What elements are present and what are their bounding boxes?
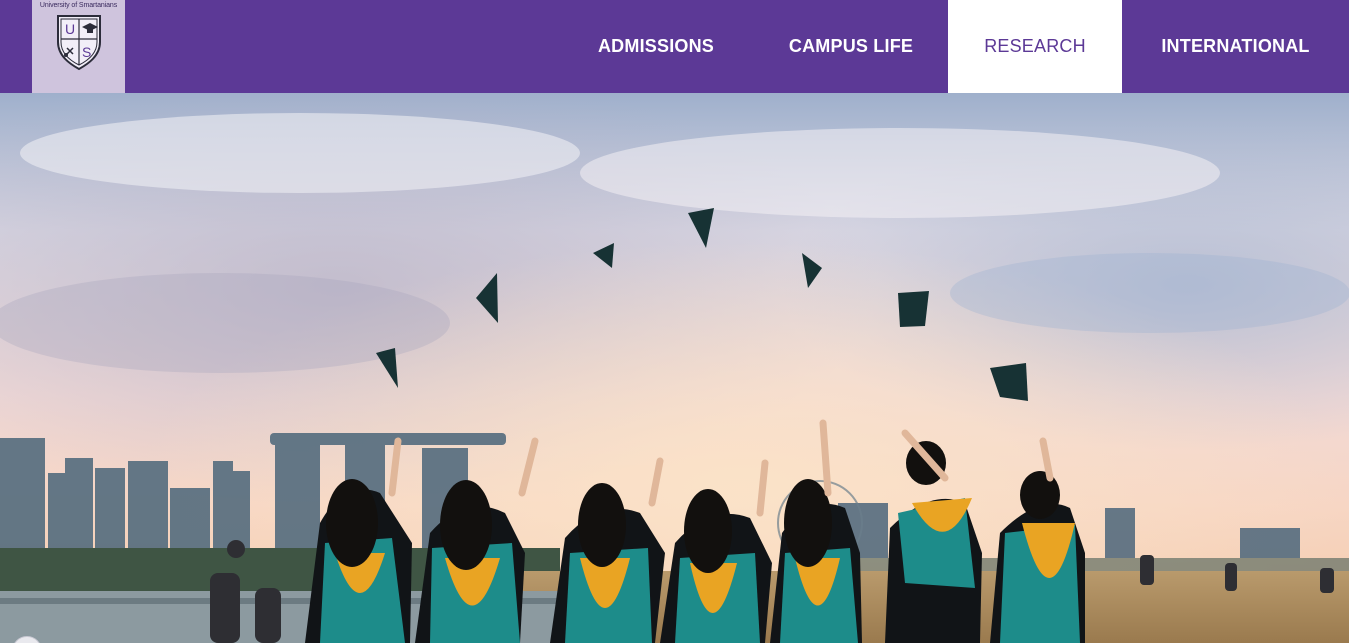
nav-international[interactable]: INTERNATIONAL bbox=[1122, 0, 1349, 93]
nav-admissions[interactable]: ADMISSIONS bbox=[558, 0, 754, 93]
nav-campus-life[interactable]: CAMPUS LIFE bbox=[754, 0, 948, 93]
site-logo[interactable]: University of Smartanians U S bbox=[32, 0, 125, 93]
nav-research[interactable]: RESEARCH bbox=[948, 0, 1122, 93]
site-header: University of Smartanians U S ADMISSIONS… bbox=[0, 0, 1349, 93]
crest-letter-u: U bbox=[65, 21, 75, 37]
crest-shield-icon: U S bbox=[57, 15, 101, 71]
logo-text: University of Smartanians bbox=[39, 2, 118, 9]
main-nav: ADMISSIONS CAMPUS LIFE RESEARCH INTERNAT… bbox=[558, 0, 1349, 93]
hero-image bbox=[0, 93, 1349, 643]
graduates-throwing-caps-photo bbox=[0, 93, 1349, 643]
crest-letter-s: S bbox=[82, 44, 91, 60]
